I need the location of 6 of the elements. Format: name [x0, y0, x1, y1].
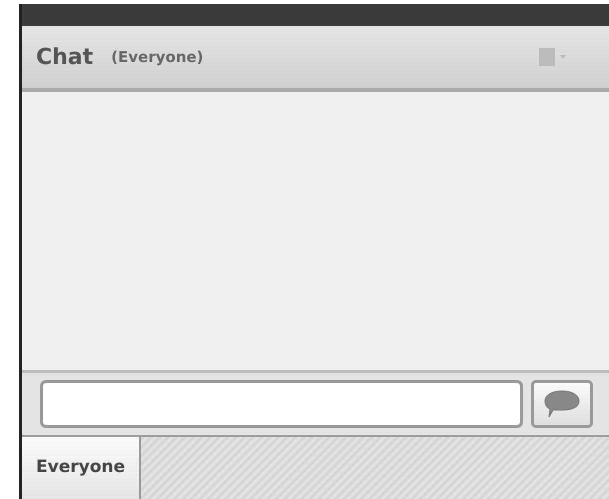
tab[interactable]: Everyone — [22, 437, 142, 499]
panel-title: Chat — [36, 44, 94, 72]
send-button[interactable] — [531, 380, 593, 428]
message-input[interactable] — [40, 380, 523, 428]
panel-subtitle: (Everyone) — [111, 46, 204, 68]
speech-bubble-icon — [543, 389, 581, 419]
